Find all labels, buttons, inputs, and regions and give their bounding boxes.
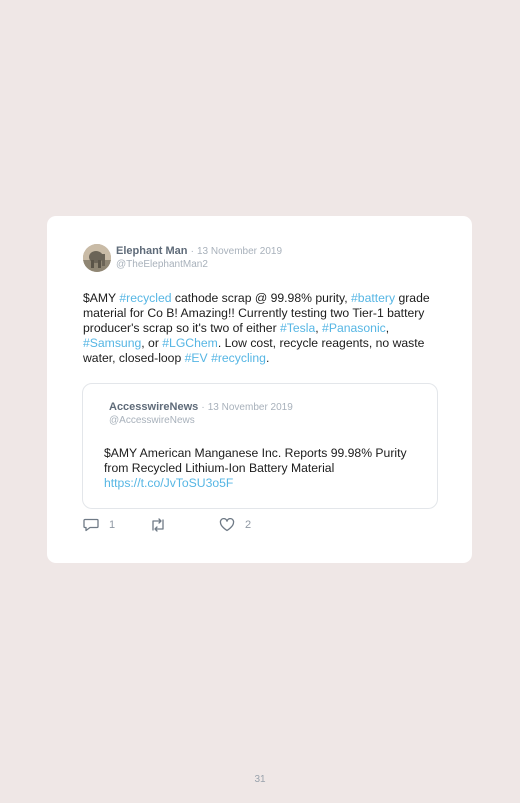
separator: · [201,402,205,413]
reply-icon [83,518,99,532]
tweet-text-segment: , [385,321,390,335]
author-handle[interactable]: @TheElephantMan2 [116,259,208,270]
hashtag-link[interactable]: #Samsung [83,336,141,350]
tweet-text-segment: . [265,351,270,365]
tweet-text: $AMY #recycled cathode scrap @ 99.98% pu… [83,291,438,366]
quoted-link[interactable]: https://t.co/JvToSU3o5F [104,476,424,491]
hashtag-link[interactable]: #Tesla [280,321,315,335]
like-icon [219,518,235,532]
like-button[interactable]: 2 [219,518,251,532]
reply-count: 1 [109,519,116,531]
hashtag-link[interactable]: #recycling [211,351,266,365]
hashtag-link[interactable]: #EV [185,351,208,365]
tweet-text-segment: $AMY [83,291,120,305]
quoted-handle: @AccesswireNews [109,415,195,426]
tweet-text-segment: cathode scrap @ 99.98% purity, [171,291,352,305]
separator: · [190,246,194,257]
tweet-card: Elephant Man · 13 November 2019 @TheElep… [47,216,472,563]
quoted-author-line: AccesswireNews · 13 November 2019 [109,401,293,414]
page-number: 31 [254,774,266,785]
retweet-button[interactable] [149,518,177,532]
quoted-body: $AMY American Manganese Inc. Reports 99.… [104,446,407,475]
quoted-text: $AMY American Manganese Inc. Reports 99.… [104,446,424,491]
tweet-date[interactable]: 13 November 2019 [197,246,282,257]
quoted-date: 13 November 2019 [207,402,293,413]
hashtag-link[interactable]: #LGChem [162,336,218,350]
author-line: Elephant Man · 13 November 2019 [116,245,282,258]
reply-button[interactable]: 1 [83,518,115,532]
quoted-author-name[interactable]: AccesswireNews [109,401,198,413]
author-name[interactable]: Elephant Man [116,245,188,257]
tweet-actions: 1 2 [83,518,383,534]
hashtag-link[interactable]: #battery [351,291,395,305]
avatar[interactable] [83,244,111,272]
hashtag-link[interactable]: #Panasonic [322,321,386,335]
hashtag-link[interactable]: #recycled [119,291,171,305]
like-count: 2 [245,519,252,531]
retweet-icon [149,518,167,532]
quoted-tweet[interactable]: AccesswireNews · 13 November 2019 @Acces… [82,383,438,509]
tweet-text-segment: , or [141,336,163,350]
